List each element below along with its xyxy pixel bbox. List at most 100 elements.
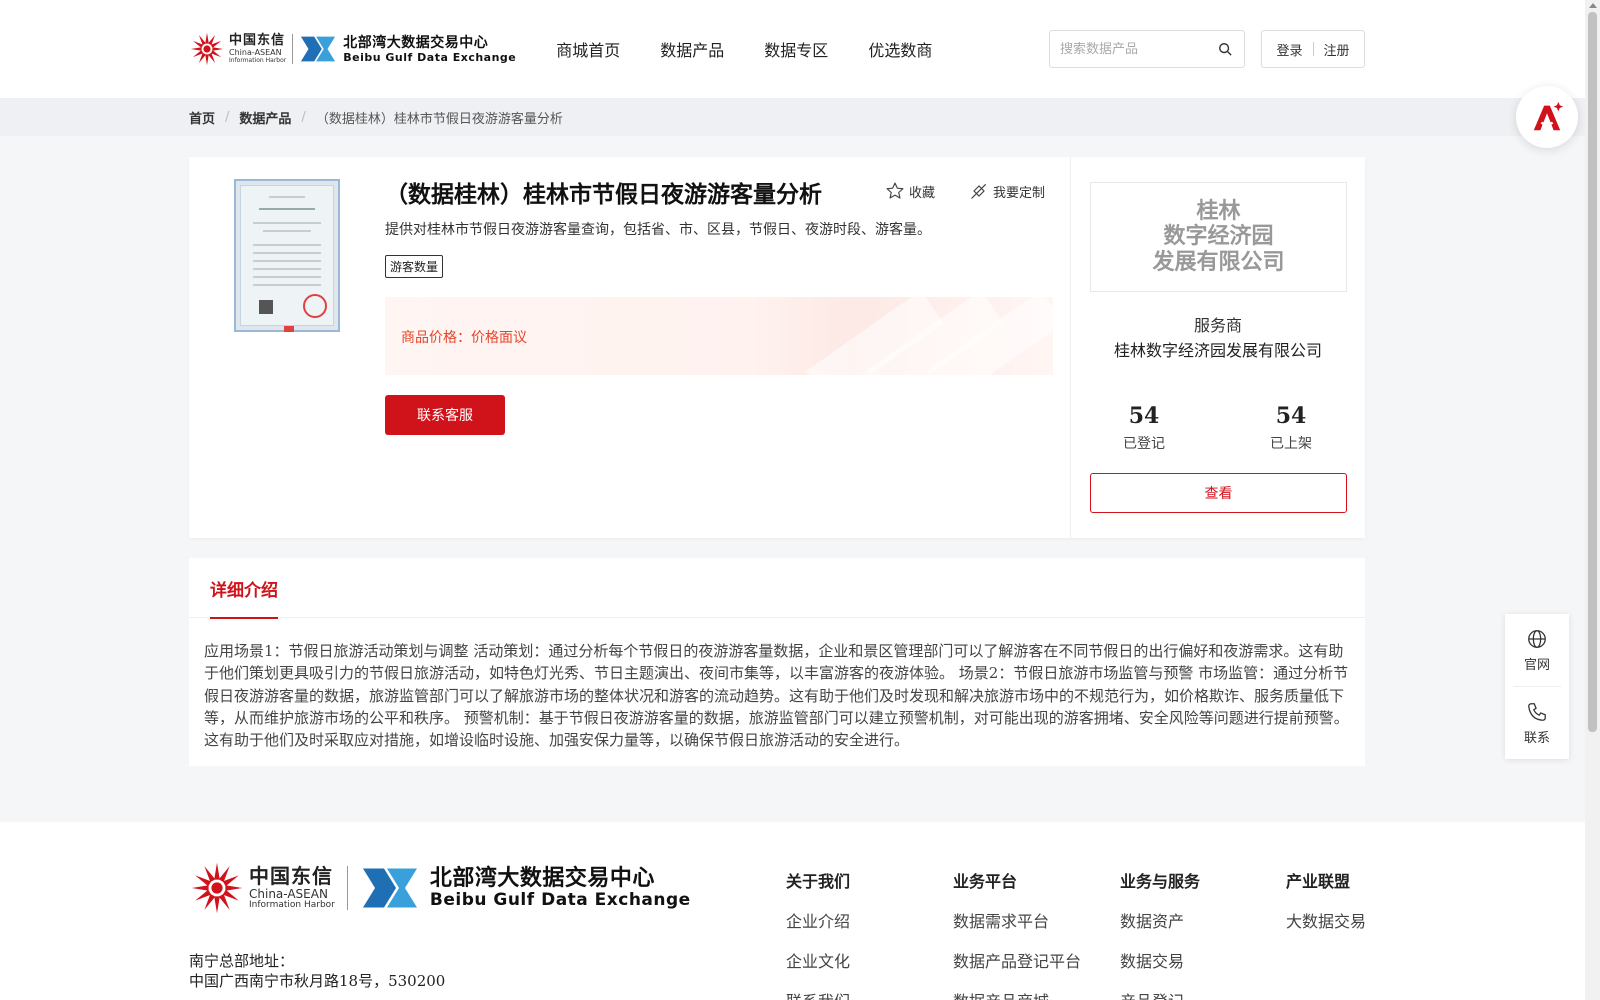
- breadcrumb-separator: /: [301, 109, 306, 125]
- contact-label: 联系: [1523, 730, 1550, 746]
- search-icon[interactable]: [1218, 42, 1232, 56]
- product-tag: 游客数量: [385, 255, 444, 278]
- product-description: 提供对桂林市节假日夜游游客量查询，包括省、市、区县，节假日、夜游时段、游客量。: [385, 222, 931, 238]
- site-footer: 中国东信 China-ASEAN Information Harbor 北部湾大…: [0, 822, 1600, 1000]
- listed-label: 已上架: [1270, 436, 1312, 452]
- sun-logo-icon: [191, 862, 243, 914]
- footer-brand-bg-name: 北部湾大数据交易中心: [429, 865, 655, 891]
- nav-item-products[interactable]: 数据产品: [660, 37, 724, 61]
- brand-cn-name: 中国东信: [229, 33, 286, 48]
- page-scrollbar[interactable]: [1585, 0, 1600, 1000]
- site-logo[interactable]: 中国东信 China-ASEAN Information Harbor 北部湾大…: [189, 29, 516, 69]
- registered-label: 已登记: [1123, 436, 1165, 452]
- auth-box: 登录 注册: [1261, 30, 1365, 68]
- sun-logo-icon: [190, 32, 224, 66]
- globe-icon: [1528, 629, 1546, 648]
- nav-item-home[interactable]: 商城首页: [556, 37, 620, 61]
- price-label: 商品价格：: [401, 330, 471, 346]
- listed-count: 54: [1275, 403, 1307, 429]
- nav-item-vendors[interactable]: 优选数商: [868, 37, 932, 61]
- address-label: 南宁总部地址：: [189, 952, 295, 970]
- price-panel: 商品价格：价格面议: [385, 297, 1053, 375]
- footer-link[interactable]: 企业文化: [786, 948, 850, 972]
- footer-column-alliance: 产业联盟 大数据交易: [1286, 868, 1366, 948]
- vendor-name: 桂林数字经济园发展有限公司: [1113, 341, 1322, 360]
- customize-button[interactable]: 我要定制: [969, 181, 1045, 201]
- footer-link[interactable]: 数据需求平台: [953, 908, 1081, 932]
- footer-column-title: 产业联盟: [1286, 872, 1351, 891]
- brand-bg-en: Beibu Gulf Data Exchange: [343, 50, 517, 64]
- detail-tabs: 详细介绍: [189, 558, 1365, 619]
- registered-stat: 54 已登记: [1094, 403, 1194, 453]
- address-text: 中国广西南宁市秋月路18号，530200: [189, 972, 446, 990]
- official-site-button[interactable]: 官网: [1505, 614, 1569, 686]
- certificate-image[interactable]: [234, 179, 340, 332]
- bx-logo-icon: [362, 868, 417, 908]
- tab-detail[interactable]: 详细介绍: [210, 576, 278, 619]
- footer-brand-cn-en2: Information Harbor: [249, 900, 335, 910]
- brand-cn-en2: Information Harbor: [229, 57, 287, 64]
- breadcrumb-category[interactable]: 数据产品: [239, 108, 291, 127]
- price-text: 商品价格：价格面议: [401, 327, 527, 347]
- footer-address: 南宁总部地址： 中国广西南宁市秋月路18号，530200: [189, 951, 445, 991]
- footer-column-title: 业务平台: [953, 872, 1018, 891]
- listed-stat: 54 已上架: [1241, 403, 1341, 453]
- contact-button[interactable]: 联系: [1505, 687, 1569, 759]
- vendor-logo-line: 桂林: [1196, 198, 1241, 225]
- star-icon: [886, 182, 904, 199]
- footer-link[interactable]: 大数据交易: [1286, 908, 1366, 932]
- breadcrumb: 首页 / 数据产品 / （数据桂林）桂林市节假日夜游游客量分析: [0, 98, 1600, 136]
- nav-item-zone[interactable]: 数据专区: [764, 37, 828, 61]
- footer-link[interactable]: 联系我们: [786, 988, 850, 1000]
- search-input[interactable]: [1050, 41, 1218, 57]
- vendor-logo-line: 数字经济园: [1163, 223, 1274, 250]
- footer-column-services: 业务与服务 数据资产 数据交易 产品登记: [1120, 868, 1200, 1000]
- price-value: 价格面议: [471, 330, 527, 346]
- logo-divider: [346, 866, 348, 910]
- footer-brand-cn-en: China-ASEAN: [249, 887, 328, 901]
- footer-link[interactable]: 数据产品登记平台: [953, 948, 1081, 972]
- product-card: （数据桂林）桂林市节假日夜游游客量分析 收藏 我要定制 提供对桂林市节假日夜游游…: [189, 157, 1365, 538]
- footer-link[interactable]: 产品登记: [1120, 988, 1200, 1000]
- ai-assistant-icon: [1533, 101, 1564, 131]
- breadcrumb-separator: /: [225, 109, 230, 125]
- footer-link[interactable]: 数据产品商城: [953, 988, 1081, 1000]
- favorite-label: 收藏: [909, 185, 936, 201]
- breadcrumb-current: （数据桂林）桂林市节假日夜游游客量分析: [315, 111, 563, 127]
- site-header: 中国东信 China-ASEAN Information Harbor 北部湾大…: [0, 0, 1600, 98]
- footer-column-platform: 业务平台 数据需求平台 数据产品登记平台 数据产品商城: [953, 868, 1081, 1000]
- footer-column-title: 关于我们: [786, 872, 851, 891]
- scroll-up-arrow-icon[interactable]: [1589, 3, 1597, 8]
- footer-column-about: 关于我们 企业介绍 企业文化 联系我们: [786, 868, 850, 1000]
- vendor-role: 服务商: [1193, 316, 1242, 335]
- contact-service-button[interactable]: 联系客服: [385, 395, 505, 435]
- official-site-label: 官网: [1523, 657, 1550, 673]
- footer-link[interactable]: 数据资产: [1120, 908, 1200, 932]
- scrollbar-thumb[interactable]: [1588, 12, 1597, 732]
- detail-body: 应用场景1：节假日旅游活动策划与调整 活动策划：通过分析每个节假日的夜游游客量数…: [204, 642, 1349, 750]
- footer-logo: 中国东信 China-ASEAN Information Harbor 北部湾大…: [189, 860, 691, 916]
- view-vendor-button[interactable]: 查看: [1090, 473, 1347, 513]
- login-link[interactable]: 登录: [1266, 40, 1312, 59]
- ai-assistant-button[interactable]: [1516, 86, 1578, 148]
- customize-label: 我要定制: [993, 185, 1046, 201]
- brand-bg-name: 北部湾大数据交易中心: [343, 34, 489, 51]
- main-nav: 商城首页 数据产品 数据专区 优选数商: [556, 37, 972, 61]
- product-info: （数据桂林）桂林市节假日夜游游客量分析 收藏 我要定制 提供对桂林市节假日夜游游…: [189, 157, 1071, 538]
- registered-count: 54: [1128, 403, 1160, 429]
- detail-section: 详细介绍 应用场景1：节假日旅游活动策划与调整 活动策划：通过分析每个节假日的夜…: [189, 558, 1365, 766]
- product-title: （数据桂林）桂林市节假日夜游游客量分析: [385, 182, 822, 208]
- phone-icon: [1528, 702, 1546, 721]
- favorite-button[interactable]: 收藏: [885, 181, 935, 201]
- side-toolbar: 官网 联系: [1505, 614, 1569, 759]
- search-box: [1049, 30, 1245, 68]
- logo-divider: [292, 34, 294, 64]
- breadcrumb-home[interactable]: 首页: [189, 108, 215, 127]
- bx-logo-icon: [301, 36, 336, 62]
- vendor-logo[interactable]: 桂林 数字经济园 发展有限公司: [1090, 182, 1347, 292]
- footer-link[interactable]: 企业介绍: [786, 908, 850, 932]
- brand-cn-en: China-ASEAN: [229, 48, 282, 57]
- vendor-panel: 桂林 数字经济园 发展有限公司 服务商 桂林数字经济园发展有限公司 54 已登记…: [1071, 157, 1365, 538]
- register-link[interactable]: 注册: [1314, 40, 1360, 59]
- footer-link[interactable]: 数据交易: [1120, 948, 1200, 972]
